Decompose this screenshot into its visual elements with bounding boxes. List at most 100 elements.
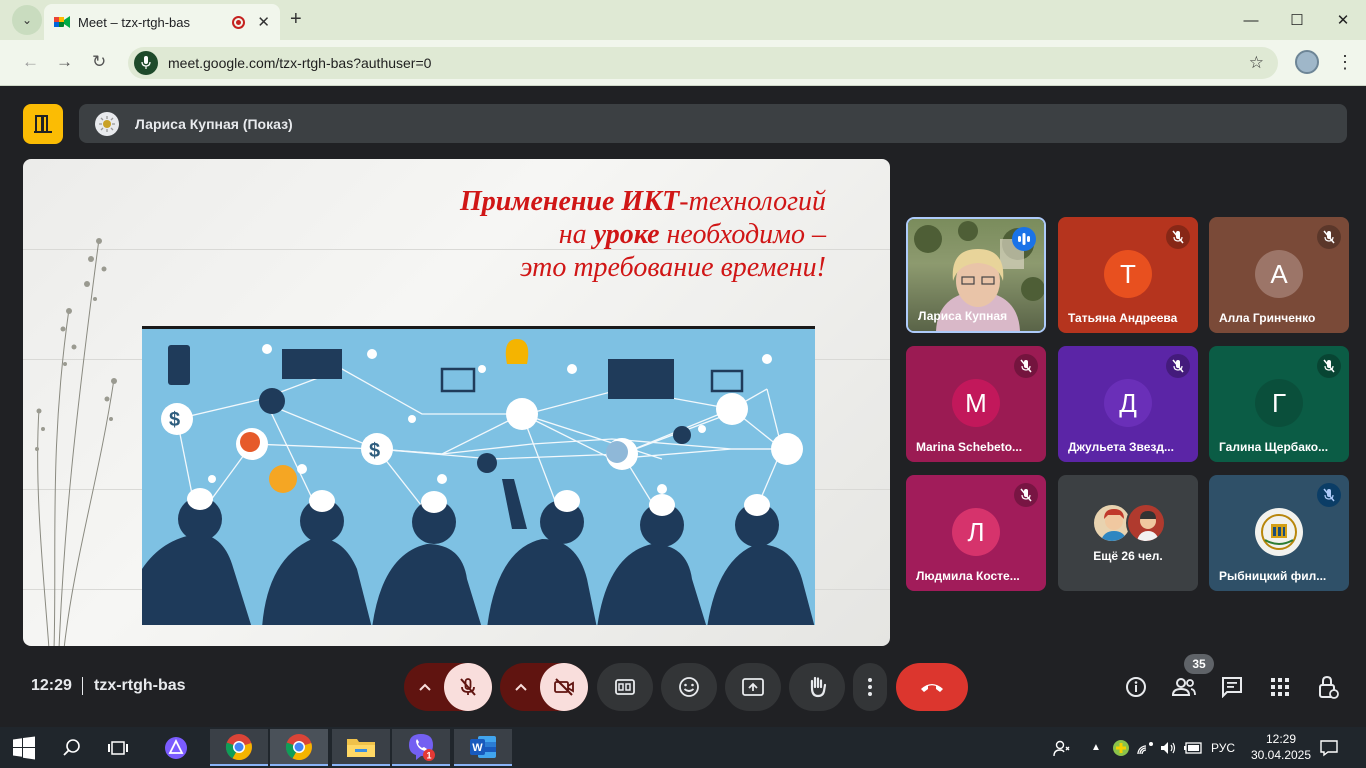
browser-tab-meet[interactable]: Meet – tzx-rtgh-bas ✕ <box>44 4 280 40</box>
task-view-icon[interactable] <box>98 727 138 768</box>
mic-options-button[interactable] <box>414 676 436 698</box>
slide-line3: это требование времени! <box>520 252 826 283</box>
participant-tile-alla[interactable]: А Алла Гринченко <box>1209 217 1349 333</box>
emoji-button[interactable] <box>661 663 717 711</box>
present-button[interactable] <box>725 663 781 711</box>
mic-off-icon <box>1317 225 1341 249</box>
tab-search-icon[interactable]: ⌄ <box>12 5 42 35</box>
slide-line2-strong: уроке <box>593 219 660 250</box>
meeting-info-button[interactable] <box>1122 673 1150 701</box>
taskbar-chrome-2[interactable] <box>270 729 328 766</box>
chrome-icon <box>285 733 312 760</box>
meet-favicon <box>54 16 70 28</box>
participant-tile-dzhulyeta[interactable]: Д Джульета Звезд... <box>1058 346 1198 462</box>
svg-text:W: W <box>472 742 483 754</box>
word-icon: W <box>470 735 496 758</box>
participant-tile-marina[interactable]: M Marina Schebeto... <box>906 346 1046 462</box>
show-hidden-icons-icon[interactable]: ▲ <box>1088 727 1104 768</box>
people-button[interactable] <box>1170 673 1198 701</box>
window-close-icon[interactable]: ✕ <box>1320 0 1366 40</box>
profile-icon[interactable] <box>1295 50 1319 74</box>
address-bar[interactable]: meet.google.com/tzx-rtgh-bas?authuser=0 … <box>128 47 1278 79</box>
people-icon <box>1171 678 1196 696</box>
browser-menu-icon[interactable]: ⋮ <box>1336 52 1354 73</box>
taskbar-word[interactable]: W <box>454 729 512 766</box>
more-participants-label: Ещё 26 чел. <box>1093 549 1163 563</box>
people-tray-icon[interactable] <box>1050 727 1074 768</box>
close-icon[interactable]: ✕ <box>257 13 270 31</box>
browser-toolbar: ← → ↻ meet.google.com/tzx-rtgh-bas?authu… <box>0 40 1366 86</box>
maximize-icon[interactable]: ☐ <box>1274 0 1320 40</box>
clock-time[interactable]: 12:29 <box>1255 732 1307 746</box>
browser-tab-bar: ⌄ Meet – tzx-rtgh-bas ✕ + — ☐ ✕ <box>0 0 1366 40</box>
forward-icon[interactable]: → <box>56 52 73 72</box>
presenter-bar: Лариса Купная (Показ) <box>79 104 1347 143</box>
host-controls-button[interactable] <box>1314 673 1342 701</box>
companion-mode-icon[interactable] <box>23 104 63 144</box>
notifications-icon[interactable] <box>1316 727 1342 768</box>
folder-icon <box>347 738 375 757</box>
leave-call-button[interactable] <box>896 663 968 711</box>
mic-off-icon <box>1317 354 1341 378</box>
participant-tile-tatyana[interactable]: Т Татьяна Андреева <box>1058 217 1198 333</box>
wifi-icon[interactable] <box>1136 727 1156 768</box>
participant-name: Алла Гринченко <box>1219 311 1316 325</box>
chat-button[interactable] <box>1218 673 1246 701</box>
captions-button[interactable] <box>597 663 653 711</box>
participant-tile-galina[interactable]: Г Галина Щербако... <box>1209 346 1349 462</box>
participant-tile-lyudmila[interactable]: Л Людмила Косте... <box>906 475 1046 591</box>
dried-flowers-decoration <box>35 238 117 646</box>
presenter-avatar <box>95 111 119 136</box>
taskbar-chrome-1[interactable] <box>210 729 268 766</box>
participant-avatar: M <box>952 379 1000 427</box>
bookmark-star-icon[interactable]: ☆ <box>1249 53 1264 73</box>
activities-button[interactable] <box>1266 673 1294 701</box>
chat-icon <box>1222 677 1242 698</box>
alice-assistant-icon[interactable] <box>156 727 196 768</box>
divider <box>82 677 83 695</box>
start-button[interactable] <box>0 727 48 768</box>
slide-title-rest: -технологий <box>679 186 826 217</box>
svg-text:$: $ <box>169 409 180 431</box>
clock-date[interactable]: 30.04.2025 <box>1245 748 1317 762</box>
svg-text:$: $ <box>369 440 380 462</box>
mic-off-icon <box>1317 483 1341 507</box>
participant-name: Джульета Звезд... <box>1068 440 1174 454</box>
captions-icon <box>615 679 635 695</box>
participant-avatar: Г <box>1255 379 1303 427</box>
slide-title: Применение ИКТ-технологий на уроке необх… <box>460 185 826 284</box>
windows-logo-icon <box>13 736 35 759</box>
meeting-code: tzx-rtgh-bas <box>94 677 186 694</box>
participant-tile-rybnitsky[interactable]: Рыбницкий фил... <box>1209 475 1349 591</box>
new-tab-icon[interactable]: + <box>290 8 302 31</box>
battery-icon[interactable] <box>1182 727 1204 768</box>
voice-search-icon[interactable] <box>134 51 158 75</box>
participant-avatar-emblem <box>1255 508 1303 556</box>
meeting-time: 12:29 <box>31 677 72 694</box>
viber-badge: 1 <box>426 750 431 760</box>
volume-icon[interactable] <box>1158 727 1178 768</box>
minimize-icon[interactable]: — <box>1228 0 1274 40</box>
camera-options-button[interactable] <box>510 676 532 698</box>
search-icon[interactable] <box>52 727 92 768</box>
hang-up-icon <box>921 684 943 692</box>
participant-avatar: Т <box>1104 250 1152 298</box>
participant-avatar: А <box>1255 250 1303 298</box>
input-language[interactable]: РУС <box>1211 741 1235 755</box>
slide-line2-pre: на <box>558 219 594 250</box>
camera-toggle-button[interactable] <box>540 663 588 711</box>
raise-hand-button[interactable] <box>789 663 845 711</box>
camera-group <box>500 663 588 711</box>
reload-icon[interactable]: ↻ <box>92 52 106 72</box>
tray-app-icon[interactable] <box>1110 727 1132 768</box>
taskbar-explorer[interactable] <box>332 729 390 766</box>
presentation-slide: Применение ИКТ-технологий на уроке необх… <box>23 159 890 646</box>
host-lock-icon <box>1319 675 1339 699</box>
more-options-button[interactable] <box>853 663 887 711</box>
mic-toggle-button[interactable] <box>444 663 492 711</box>
back-icon[interactable]: ← <box>22 52 39 72</box>
participant-tile-more[interactable]: Ещё 26 чел. <box>1058 475 1198 591</box>
taskbar-viber[interactable]: 1 <box>392 729 450 766</box>
participant-tile-larisa[interactable]: Лариса Купная <box>906 217 1046 333</box>
present-screen-icon <box>742 678 764 696</box>
